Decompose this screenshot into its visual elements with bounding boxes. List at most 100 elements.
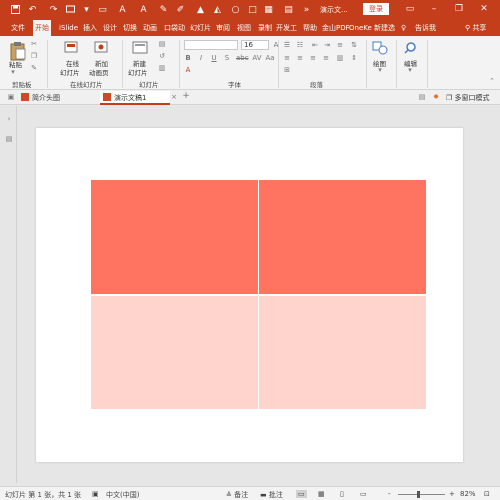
- undo-icon[interactable]: ↶: [26, 3, 39, 16]
- line-spacing-icon[interactable]: ≡: [336, 42, 344, 49]
- doc-tab-list-icon[interactable]: ▣: [7, 94, 15, 101]
- tab-design[interactable]: 设计: [101, 20, 119, 36]
- settings-gear-icon[interactable]: ✹: [432, 94, 440, 101]
- table-icon[interactable]: ▤: [282, 3, 295, 16]
- rectangle-icon[interactable]: □: [246, 3, 259, 16]
- change-case-icon[interactable]: Aa: [265, 55, 275, 62]
- thumbnails-icon[interactable]: ▤: [5, 136, 13, 150]
- doc-tab-close-icon[interactable]: ×: [170, 94, 178, 101]
- align-icon[interactable]: ◭: [211, 3, 224, 16]
- oval-icon[interactable]: ○: [229, 3, 242, 16]
- tab-pocket-animation[interactable]: 口袋动: [162, 20, 187, 36]
- columns-icon[interactable]: ▥: [336, 55, 344, 62]
- zoom-slider-thumb[interactable]: [417, 491, 420, 498]
- slide-sorter-icon[interactable]: ▦: [318, 490, 325, 498]
- cut-icon[interactable]: ✂: [30, 41, 38, 48]
- tab-help[interactable]: 帮助: [301, 20, 319, 36]
- character-spacing-icon[interactable]: AV: [252, 55, 262, 62]
- thumbnail-pane-collapsed[interactable]: › ▤: [0, 106, 17, 483]
- tab-slideshow[interactable]: 幻灯片: [188, 20, 213, 36]
- paste-icon[interactable]: [10, 41, 26, 61]
- slide-table[interactable]: [91, 180, 426, 409]
- redo-icon[interactable]: ↷: [47, 3, 60, 16]
- doc-tab-intro[interactable]: 简介头图: [21, 91, 60, 105]
- font-size-select[interactable]: 16: [241, 40, 269, 50]
- zoom-in-button[interactable]: +: [449, 490, 455, 498]
- new-doc-tab-icon[interactable]: +: [182, 92, 190, 101]
- new-animation-label-2[interactable]: 动画页: [89, 67, 109, 77]
- justify-icon[interactable]: ≡: [322, 55, 330, 62]
- reset-icon[interactable]: ↺: [158, 53, 166, 60]
- share-button[interactable]: ⚲ 共享: [463, 20, 488, 36]
- table-header-cell[interactable]: [91, 180, 258, 294]
- tab-tell-me[interactable]: 告诉我: [413, 20, 438, 36]
- slideshow-icon[interactable]: ▭: [360, 490, 367, 498]
- table-body-cell[interactable]: [259, 296, 426, 409]
- align-right-icon[interactable]: ≡: [309, 55, 317, 62]
- tab-transitions[interactable]: 切换: [121, 20, 139, 36]
- tab-record[interactable]: 录制: [256, 20, 274, 36]
- normal-view-icon[interactable]: ▭: [296, 490, 307, 498]
- grid-icon[interactable]: ▦: [262, 3, 275, 16]
- font-color-icon[interactable]: A: [137, 3, 150, 16]
- tab-animations[interactable]: 动画: [141, 20, 159, 36]
- expand-pane-icon[interactable]: ›: [5, 116, 13, 123]
- language-indicator[interactable]: 中文(中国): [106, 490, 139, 500]
- italic-icon[interactable]: I: [197, 55, 205, 62]
- reading-view-icon[interactable]: ▯: [340, 490, 344, 498]
- tab-islide[interactable]: iSlide: [57, 20, 80, 36]
- tab-review[interactable]: 审阅: [214, 20, 232, 36]
- tab-developer[interactable]: 开发工: [274, 20, 299, 36]
- section-icon[interactable]: ▥: [158, 65, 166, 72]
- drawing-icon[interactable]: [372, 41, 388, 55]
- smartart-icon[interactable]: ⊞: [283, 67, 291, 74]
- table-header-cell[interactable]: [259, 180, 426, 294]
- new-animation-page-icon[interactable]: [94, 41, 108, 55]
- text-box-icon[interactable]: A: [116, 3, 129, 16]
- touch-mode-icon[interactable]: ▾: [80, 3, 93, 16]
- present-icon[interactable]: [64, 3, 77, 16]
- underline-icon[interactable]: U: [210, 55, 218, 62]
- save-icon[interactable]: [9, 3, 22, 16]
- editing-dropdown-icon[interactable]: ▾: [406, 67, 414, 74]
- tab-file[interactable]: 文件: [9, 20, 27, 36]
- strikethrough-icon[interactable]: abc: [236, 55, 249, 62]
- new-slide-label-2[interactable]: 幻灯片: [128, 67, 148, 77]
- zoom-level[interactable]: 82%: [460, 490, 476, 498]
- shadow-icon[interactable]: S: [223, 55, 231, 62]
- tab-options-icon[interactable]: ▤: [418, 94, 426, 101]
- drawing-dropdown-icon[interactable]: ▾: [376, 67, 384, 74]
- align-left-icon[interactable]: ≡: [283, 55, 291, 62]
- font-name-select[interactable]: [184, 40, 238, 50]
- decrease-indent-icon[interactable]: ⇤: [311, 42, 319, 49]
- ribbon-display-options-icon[interactable]: ▭: [403, 2, 417, 16]
- align-center-icon[interactable]: ≡: [296, 55, 304, 62]
- copy-icon[interactable]: ❐: [30, 53, 38, 60]
- login-button[interactable]: 登录: [363, 3, 389, 15]
- arrange-icon[interactable]: ▲: [194, 3, 207, 16]
- tab-home[interactable]: 开始: [33, 20, 51, 36]
- bold-icon[interactable]: B: [184, 55, 192, 62]
- zoom-out-button[interactable]: -: [388, 490, 391, 498]
- multi-window-mode-button[interactable]: ❐ 多窗口模式: [446, 91, 490, 105]
- table-body-cell[interactable]: [91, 296, 258, 409]
- collapse-ribbon-icon[interactable]: ⌃: [488, 78, 496, 85]
- shape-icon[interactable]: ▭: [96, 3, 109, 16]
- customize-quick-access-icon[interactable]: »: [300, 3, 313, 16]
- new-slide-icon[interactable]: [132, 41, 148, 55]
- comments-button[interactable]: ▬ 批注: [260, 490, 283, 500]
- align-text-icon[interactable]: ⇕: [350, 55, 358, 62]
- text-direction-icon[interactable]: ⇅: [350, 42, 358, 49]
- format-painter-brush-icon[interactable]: ✎: [30, 65, 38, 72]
- online-slides-icon[interactable]: [64, 41, 78, 55]
- increase-indent-icon[interactable]: ⇥: [323, 42, 331, 49]
- highlight-icon[interactable]: ✐: [174, 3, 187, 16]
- close-icon[interactable]: ✕: [477, 2, 491, 16]
- paste-dropdown-icon[interactable]: ▾: [9, 69, 17, 76]
- zoom-slider[interactable]: [398, 494, 445, 495]
- find-icon[interactable]: [403, 41, 417, 55]
- restore-icon[interactable]: ❐: [452, 2, 466, 16]
- numbering-icon[interactable]: ☷: [296, 42, 304, 49]
- tab-onekey[interactable]: OneKe: [347, 20, 374, 36]
- fit-to-window-icon[interactable]: ⊡: [484, 490, 490, 498]
